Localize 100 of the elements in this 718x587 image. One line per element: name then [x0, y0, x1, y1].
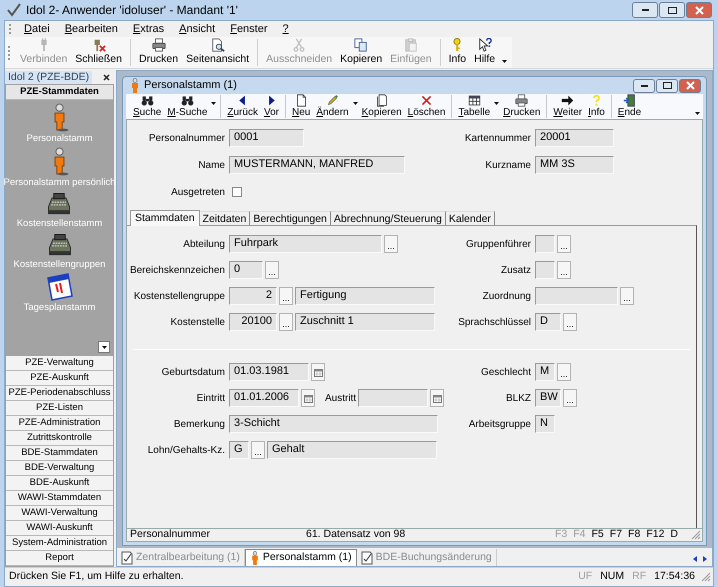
exit-door-icon	[622, 94, 636, 107]
tab[interactable]: Stammdaten	[130, 210, 200, 226]
text-field[interactable]: 0	[229, 261, 263, 279]
menu-item[interactable]: Fenster	[228, 20, 270, 38]
tab[interactable]: Abrechnung/Steuerung	[330, 211, 446, 225]
sidebar-group-button[interactable]: BDE-Verwaltung	[6, 461, 113, 476]
text-field[interactable]	[535, 261, 555, 279]
tab[interactable]: Berechtigungen	[250, 211, 331, 225]
text-field[interactable]: MUSTERMANN, MANFRED	[229, 156, 405, 174]
calendar-button[interactable]	[311, 363, 325, 381]
text-field[interactable]: D	[535, 313, 561, 331]
toolbar-button[interactable]: Ändern	[313, 94, 352, 119]
maximize-button[interactable]	[659, 2, 685, 18]
toolbar-button[interactable]: Neu	[288, 94, 314, 119]
sidebar-group-button[interactable]: PZE-Administration	[6, 416, 113, 431]
close-icon	[686, 81, 694, 90]
toolbar-button[interactable]: Kopieren	[358, 94, 405, 119]
menu-item[interactable]: Bearbeiten	[62, 20, 120, 38]
sidebar-group-button[interactable]: Zutrittskontrolle	[6, 431, 113, 446]
sidebar-group-button[interactable]: Report	[6, 551, 113, 566]
field-label: Kartennummer	[464, 132, 532, 146]
toolbar-button[interactable]: Zurück	[224, 94, 261, 119]
text-field[interactable]	[358, 389, 428, 407]
menu-item[interactable]: Extras	[130, 20, 166, 38]
field-label: BLKZ	[504, 392, 532, 406]
toolbar-button[interactable]: Schließen	[71, 37, 126, 68]
sidebar-group-button[interactable]: WAWI-Verwaltung	[6, 506, 113, 521]
toolbar-button[interactable]: Tabelle	[455, 94, 494, 119]
toolbar-button[interactable]: Drucken	[500, 94, 544, 119]
toolbar-button[interactable]: M-Suche	[164, 94, 210, 119]
sidebar-group-button[interactable]: PZE-Verwaltung	[6, 356, 113, 371]
caret-icon	[494, 102, 500, 105]
document-tab[interactable]: Personalstamm (1)	[244, 549, 357, 566]
sidebar-group-button[interactable]: WAWI-Stammdaten	[6, 491, 113, 506]
tab[interactable]: Zeitdaten	[200, 211, 250, 225]
menu-item[interactable]: ?	[280, 20, 291, 38]
toolbar-button[interactable]: Weiter	[550, 94, 586, 119]
toolbar-button[interactable]: Suche	[130, 94, 164, 119]
calendar-button[interactable]	[301, 389, 315, 407]
sidebar-group-button[interactable]: BDE-Stammdaten	[6, 446, 113, 461]
tab[interactable]: Kalender	[446, 211, 495, 225]
scissors-icon	[292, 38, 306, 52]
toolbar-button[interactable]: Drucken	[135, 37, 182, 68]
menu-item[interactable]: Ansicht	[177, 20, 218, 38]
text-field[interactable]: Zuschnitt 1	[295, 313, 435, 331]
text-field[interactable]	[535, 287, 618, 305]
text-field[interactable]: N	[535, 415, 555, 433]
field-label: Gruppenführer	[464, 238, 532, 252]
document-icon	[360, 550, 373, 564]
toolbar-button[interactable]: Hilfe	[470, 37, 500, 68]
text-field[interactable]: G	[229, 441, 249, 459]
toolbar-button[interactable]: Info	[585, 94, 608, 119]
sidebar-group-button[interactable]: PZE-Auskunft	[6, 371, 113, 386]
toolbar-button[interactable]: Ende	[614, 94, 644, 119]
scroll-down-button[interactable]	[98, 341, 110, 353]
text-field[interactable]: 20100	[229, 313, 277, 331]
sidebar-group-button[interactable]: PZE-Listen	[6, 401, 113, 416]
toolbar-button[interactable]: Löschen	[404, 94, 448, 119]
text-field[interactable]: Fuhrpark	[229, 235, 382, 253]
text-field[interactable]: Fertigung	[295, 287, 435, 305]
text-field[interactable]: M	[535, 363, 555, 381]
checkbox[interactable]	[232, 187, 242, 197]
sidebar-group-button[interactable]: BDE-Auskunft	[6, 476, 113, 491]
toolbar-button[interactable]: Vor	[260, 94, 282, 119]
text-field[interactable]: BW	[535, 389, 561, 407]
caret-icon	[211, 102, 216, 105]
minimize-icon	[642, 9, 648, 11]
document-icon	[121, 550, 133, 564]
toolbar-button[interactable]: Kopieren	[336, 37, 386, 68]
field-label: Geschlecht	[480, 366, 532, 380]
sidebar-group-button[interactable]: PZE-Periodenabschluss	[6, 386, 113, 401]
status-indicator: RF	[631, 569, 648, 584]
text-field[interactable]: Gehalt	[267, 441, 437, 459]
window-title: Personalstamm (1)	[144, 78, 238, 94]
key-indicator: F8	[627, 527, 642, 542]
field-label: Name	[197, 158, 226, 172]
field-label: Bereichskennzeichen	[128, 264, 226, 278]
toolbar-button[interactable]: Info	[444, 37, 470, 68]
text-field[interactable]: 20001	[535, 129, 614, 147]
field-label: Kurzname	[484, 158, 532, 172]
text-field[interactable]: 0001	[229, 129, 304, 147]
text-field[interactable]: 01.03.1981	[229, 363, 309, 381]
text-field[interactable]: 01.01.2006	[229, 389, 299, 407]
binoculars-icon	[180, 94, 194, 107]
text-field[interactable]: MM 3S	[535, 156, 614, 174]
text-field[interactable]: 2	[229, 287, 277, 305]
sidebar-group-button[interactable]: WAWI-Auskunft	[6, 521, 113, 536]
maximize-button[interactable]	[656, 78, 678, 92]
menu-item[interactable]: Datei	[22, 20, 52, 38]
text-field[interactable]: 3-Schicht	[229, 415, 438, 433]
sidebar-group-button[interactable]: System-Administration	[6, 536, 113, 551]
toolbar-button[interactable]: Seitenansicht	[182, 37, 254, 68]
close-icon	[694, 6, 704, 14]
field-label: Eintritt	[196, 392, 226, 406]
sidebar-group-button[interactable]: PZE-Stammdaten	[6, 85, 113, 100]
minimize-button[interactable]	[632, 2, 658, 18]
calendar-button[interactable]	[430, 389, 444, 407]
field-label: Kostenstellengruppe	[132, 290, 226, 304]
minimize-button[interactable]	[633, 78, 655, 92]
text-field[interactable]	[535, 235, 555, 253]
